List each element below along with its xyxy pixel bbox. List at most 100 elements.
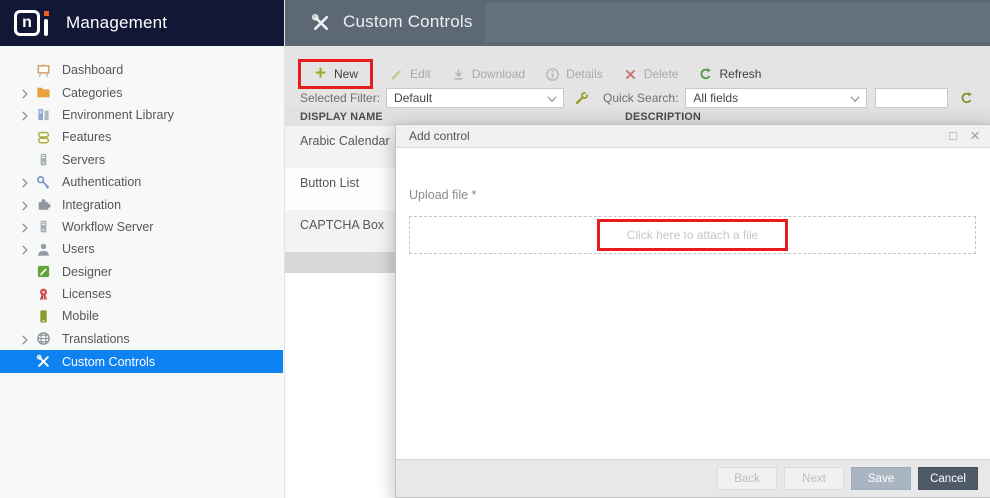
- sidebar-item-dashboard[interactable]: Dashboard: [0, 59, 283, 81]
- sidebar-item-categories[interactable]: Categories: [0, 81, 283, 103]
- sidebar-item-label: Servers: [62, 152, 106, 167]
- file-dropzone[interactable]: Click here to attach a file: [409, 216, 976, 254]
- features-icon: [36, 130, 51, 145]
- highlight-box-attach: Click here to attach a file: [596, 219, 789, 251]
- server-icon: [36, 219, 51, 234]
- dialog-footer: Back Next Save Cancel: [396, 459, 990, 497]
- sidebar-item-label: Translations: [62, 331, 130, 346]
- key-icon: [36, 175, 51, 190]
- sidebar-item-mobile[interactable]: Mobile: [0, 305, 283, 327]
- sidebar-item-custom-controls[interactable]: Custom Controls: [0, 350, 283, 374]
- tools-icon: [36, 354, 51, 369]
- chevron-right-icon[interactable]: [18, 199, 32, 211]
- dialog-header[interactable]: Add control □ ×: [396, 125, 990, 148]
- brand-logo-icon: n: [14, 8, 54, 38]
- sidebar-item-label: Users: [62, 242, 95, 257]
- dialog-body: Upload file * Click here to attach a fil…: [396, 148, 990, 460]
- chevron-right-icon: [18, 288, 32, 300]
- chevron-right-icon: [18, 310, 32, 322]
- sidebar-item-authentication[interactable]: Authentication: [0, 171, 283, 193]
- sidebar-item-label: Workflow Server: [62, 219, 154, 234]
- next-button: Next: [784, 467, 844, 490]
- column-display-name: DISPLAY NAME: [300, 111, 383, 123]
- puzzle-icon: [36, 197, 51, 212]
- column-description: DESCRIPTION: [625, 111, 701, 123]
- chevron-right-icon: [18, 131, 32, 143]
- user-icon: [36, 242, 51, 257]
- dashboard-icon: [36, 63, 51, 78]
- page-title: Custom Controls: [343, 12, 473, 31]
- chevron-right-icon: [18, 64, 32, 76]
- chevron-right-icon: [18, 154, 32, 166]
- plus-icon: +: [314, 63, 327, 84]
- logo-dot: [44, 11, 49, 16]
- button-label: Details: [566, 67, 603, 81]
- mobile-icon: [36, 309, 51, 324]
- chevron-right-icon[interactable]: [18, 87, 32, 99]
- display-name-cell: Arabic Calendar: [300, 134, 390, 148]
- chevron-right-icon[interactable]: [18, 333, 32, 345]
- add-control-dialog: Add control □ × Upload file * Click here…: [395, 124, 990, 498]
- upload-file-label: Upload file *: [409, 188, 477, 202]
- sidebar-header: n Management: [0, 0, 284, 46]
- close-button[interactable]: ×: [966, 127, 984, 145]
- download-button: Download: [441, 62, 535, 86]
- sidebar-item-label: Mobile: [62, 309, 99, 324]
- toolbar: + New Edit Download Details Delete Refresh Sel…: [285, 46, 990, 108]
- wrench-icon[interactable]: [574, 91, 589, 106]
- quick-search-field-dropdown[interactable]: All fields: [685, 88, 868, 108]
- button-label: Download: [471, 67, 526, 81]
- button-label: Refresh: [719, 67, 762, 81]
- sidebar-item-label: Dashboard: [62, 63, 124, 78]
- server-icon: [36, 152, 51, 167]
- save-button[interactable]: Save: [851, 467, 911, 490]
- sidebar-item-label: Licenses: [62, 287, 112, 302]
- chevron-right-icon[interactable]: [18, 109, 32, 121]
- chevron-right-icon: [18, 356, 32, 368]
- attach-file-text: Click here to attach a file: [626, 228, 759, 242]
- sidebar-item-workflow-server[interactable]: Workflow Server: [0, 216, 283, 238]
- sidebar-item-label: Designer: [62, 264, 113, 279]
- refresh-icon[interactable]: [959, 91, 974, 106]
- cancel-button[interactable]: Cancel: [918, 467, 978, 490]
- button-label: Edit: [410, 67, 431, 81]
- quick-search-input[interactable]: [875, 88, 949, 108]
- sidebar-item-translations[interactable]: Translations: [0, 328, 283, 350]
- sidebar-item-label: Categories: [62, 85, 123, 100]
- header-overlay: [485, 3, 990, 42]
- dialog-title: Add control: [409, 129, 470, 143]
- highlight-box-new: + New: [298, 59, 374, 89]
- sidebar-item-label: Features: [62, 130, 112, 145]
- sidebar-item-label: Integration: [62, 197, 122, 212]
- tools-icon: [311, 13, 331, 33]
- chevron-right-icon[interactable]: [18, 176, 32, 188]
- ribbon-icon: [36, 287, 51, 302]
- pencil-icon: [389, 67, 404, 82]
- download-icon: [451, 67, 466, 82]
- folder-icon: [36, 85, 51, 100]
- app-title: Management: [66, 13, 168, 32]
- sidebar-item-servers[interactable]: Servers: [0, 149, 283, 171]
- delete-button: Delete: [613, 62, 689, 86]
- refresh-button[interactable]: Refresh: [688, 62, 771, 86]
- filter-dropdown[interactable]: Default: [386, 88, 565, 108]
- sidebar-item-users[interactable]: Users: [0, 238, 283, 260]
- chevron-right-icon[interactable]: [18, 221, 32, 233]
- new-button[interactable]: + New: [303, 62, 368, 86]
- sidebar-item-integration[interactable]: Integration: [0, 193, 283, 215]
- button-label: New: [334, 67, 359, 81]
- sidebar-item-licenses[interactable]: Licenses: [0, 283, 283, 305]
- library-icon: [36, 107, 51, 122]
- maximize-button[interactable]: □: [944, 127, 962, 145]
- chevron-down-icon: [546, 93, 558, 105]
- toolbar-buttons: + New Edit Download Details Delete Refresh: [298, 59, 771, 89]
- sidebar-item-features[interactable]: Features: [0, 126, 283, 148]
- sidebar-item-label: Environment Library: [62, 107, 174, 122]
- sidebar-item-designer[interactable]: Designer: [0, 261, 283, 283]
- chevron-right-icon[interactable]: [18, 243, 32, 255]
- close-icon: ×: [970, 126, 980, 145]
- details-button: Details: [535, 62, 613, 86]
- management-console: n Management Dashboard Categories Environm…: [0, 0, 990, 498]
- selected-filter-label: Selected Filter:: [300, 91, 381, 105]
- sidebar-item-environment-library[interactable]: Environment Library: [0, 104, 283, 126]
